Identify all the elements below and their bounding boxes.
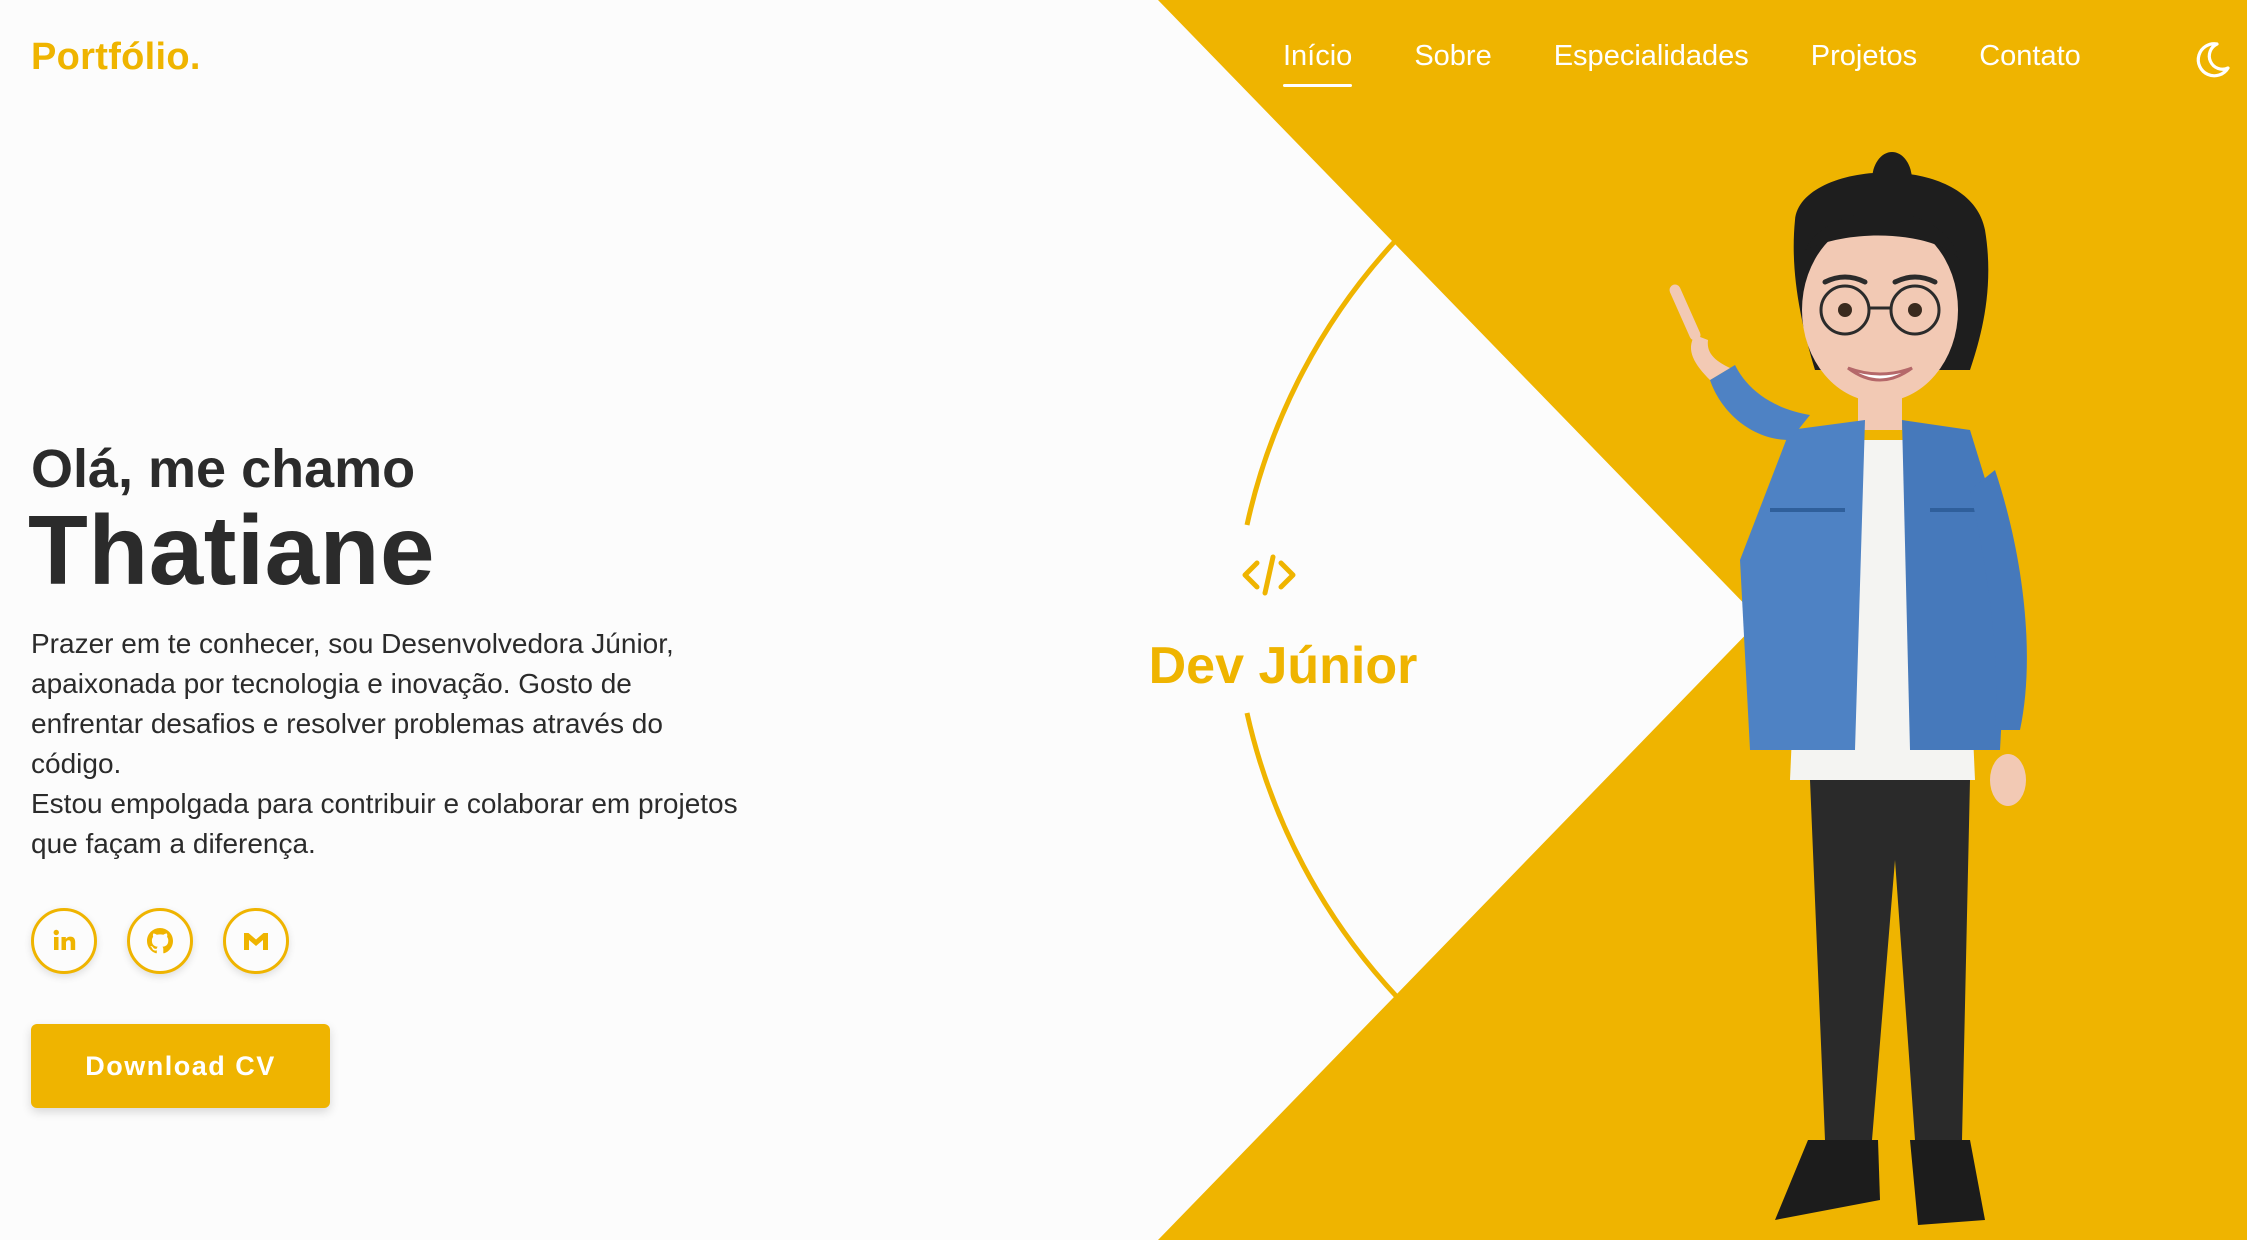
portfolio-page: Portfólio. Início Sobre Especialidades P…: [0, 0, 2247, 1240]
role-label: Dev Júnior: [1148, 637, 1418, 695]
theme-toggle-button[interactable]: [2190, 38, 2234, 82]
logo[interactable]: Portfólio.: [31, 36, 201, 79]
github-link[interactable]: [127, 908, 193, 974]
main-nav: Início Sobre Especialidades Projetos Con…: [1283, 40, 2143, 87]
linkedin-icon: [53, 929, 76, 950]
hero-greeting: Olá, me chamo: [31, 439, 416, 499]
intro-paragraph: Prazer em te conhecer, sou Desenvolvedor…: [31, 628, 674, 779]
intro-paragraph: Estou empolgada para contribuir e colabo…: [31, 788, 738, 859]
nav-item-contato[interactable]: Contato: [1979, 40, 2081, 81]
code-icon: [1242, 554, 1296, 596]
nav-item-sobre[interactable]: Sobre: [1414, 40, 1491, 81]
social-links: [31, 908, 319, 974]
gmail-link[interactable]: [223, 908, 289, 974]
moon-icon: [2196, 42, 2230, 78]
download-cv-button[interactable]: Download CV: [31, 1024, 330, 1108]
nav-item-projetos[interactable]: Projetos: [1811, 40, 1917, 81]
nav-item-especialidades[interactable]: Especialidades: [1554, 40, 1749, 81]
gmail-icon: [244, 933, 268, 950]
github-icon: [147, 928, 173, 954]
avatar-illustration: [1669, 152, 2027, 1225]
hero-name: Thatiane: [28, 495, 435, 605]
hero-intro: Prazer em te conhecer, sou Desenvolvedor…: [31, 624, 751, 864]
linkedin-link[interactable]: [31, 908, 97, 974]
nav-item-inicio[interactable]: Início: [1283, 40, 1353, 87]
